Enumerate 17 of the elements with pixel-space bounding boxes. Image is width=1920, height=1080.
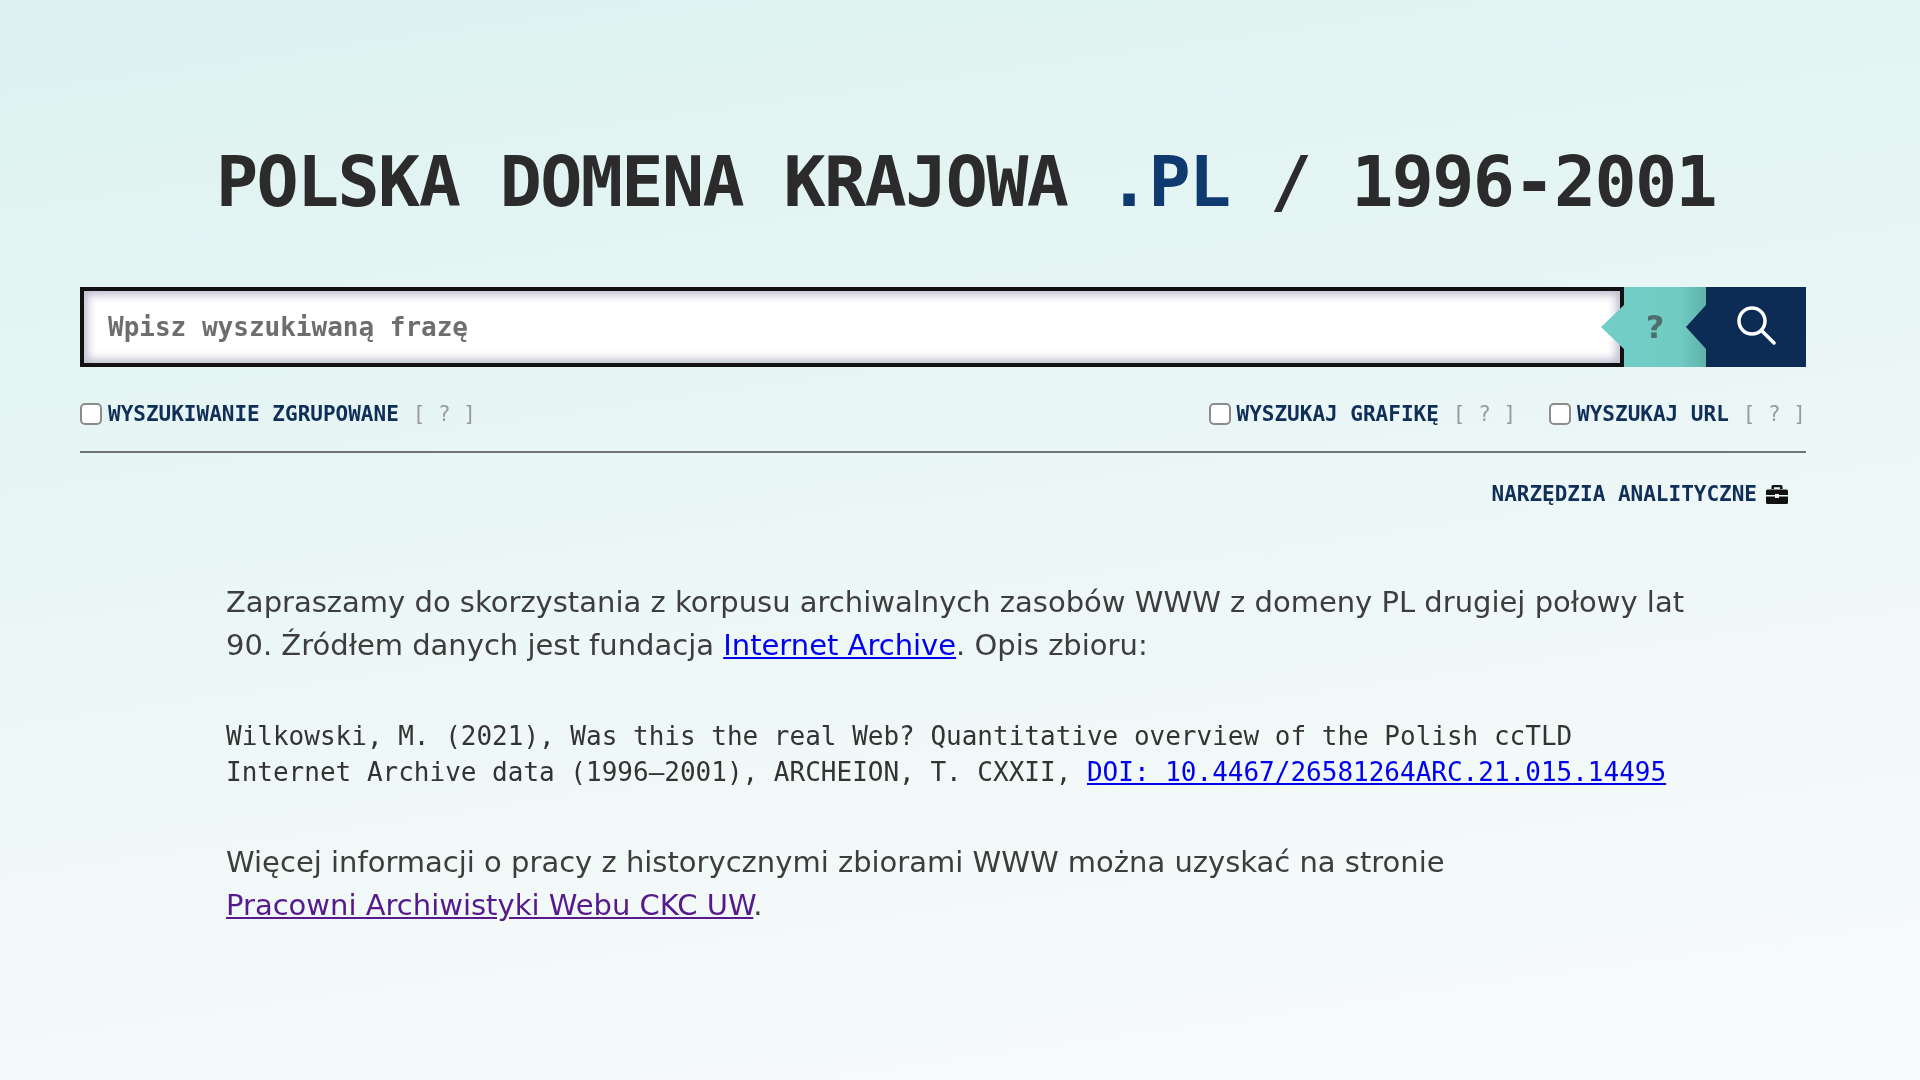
doi-link[interactable]: DOI: 10.4467/26581264ARC.21.015.14495 — [1086, 757, 1667, 787]
site-title: POLSKA DOMENA KRAJOWA .PL / 1996-2001 — [214, 142, 1718, 222]
checkbox[interactable] — [80, 403, 102, 425]
intro-paragraph: Zapraszamy do skorzystania z korpusu archiwalnych zasobów WWW z domeny PL drugiej połowy lat 90. Źródłem danych jest fundacja Internet Archive. Opis zbioru: — [226, 584, 1686, 664]
website-link[interactable]: Pracowni Archiwistyki Webu CKC UW — [226, 888, 754, 922]
option-label[interactable]: WYSZUKAJ URL — [1577, 400, 1729, 428]
info-paragraph: Więcej informacji o pracy z historycznymi zbiorami WWW można uzyskać na stronie Pracowni Archiwistyki Webu CKC UW. — [226, 844, 1446, 924]
archive-link[interactable]: Internet Archive — [723, 628, 957, 662]
analytics-tools-link[interactable]: NARZĘDZIA ANALITYCZNE — [1491, 479, 1788, 509]
briefcase-icon — [1766, 484, 1788, 504]
search-field[interactable]: Wpisz wyszukiwaną frazę — [80, 287, 1624, 367]
checkbox[interactable] — [1208, 403, 1231, 425]
option-label[interactable]: WYSZUKIWANIE ZGRUPOWANE — [108, 400, 399, 428]
checkbox[interactable] — [1549, 403, 1572, 425]
option-label[interactable]: WYSZUKAJ GRAFIKĘ — [1236, 400, 1439, 428]
citation-text: Wilkowski, M. (2021), Was this the real Web? Quantitative overview of the Polish ccTLD Internet Archive data (1996–2001), ARCHEION, T. CXXII, DOI: 10.4467/26581264ARC.21.015.14495 — [226, 720, 1668, 789]
search-icon — [1736, 305, 1776, 345]
